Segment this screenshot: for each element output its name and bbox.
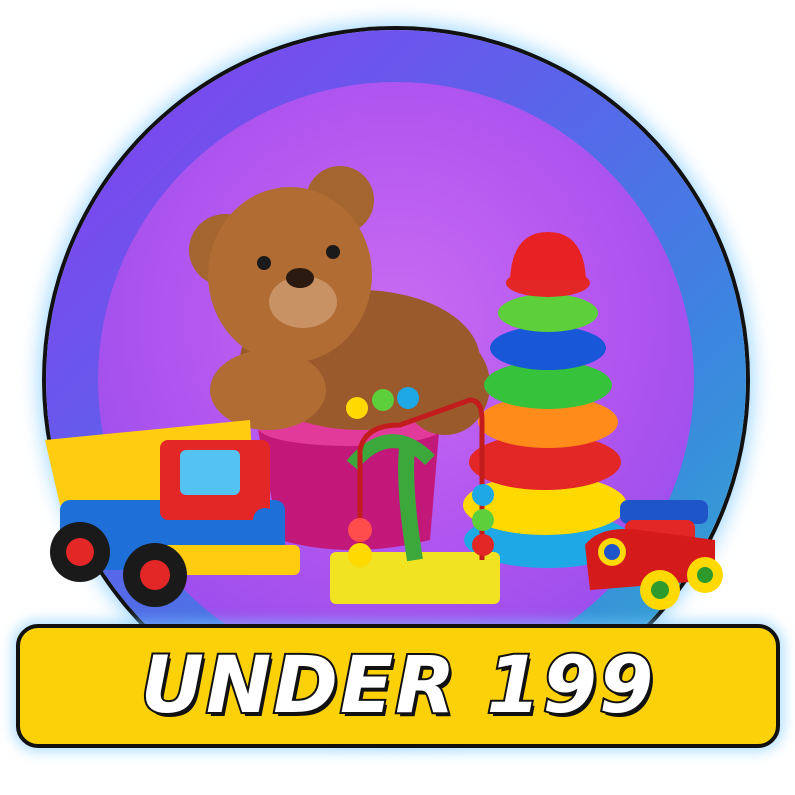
teddy-bear-icon (189, 166, 490, 435)
dump-truck-toy-icon (45, 420, 300, 607)
category-tile[interactable]: UNDER 199 (0, 0, 795, 795)
price-banner[interactable]: UNDER 199 (16, 624, 780, 748)
banner-label: UNDER 199 (139, 639, 656, 733)
